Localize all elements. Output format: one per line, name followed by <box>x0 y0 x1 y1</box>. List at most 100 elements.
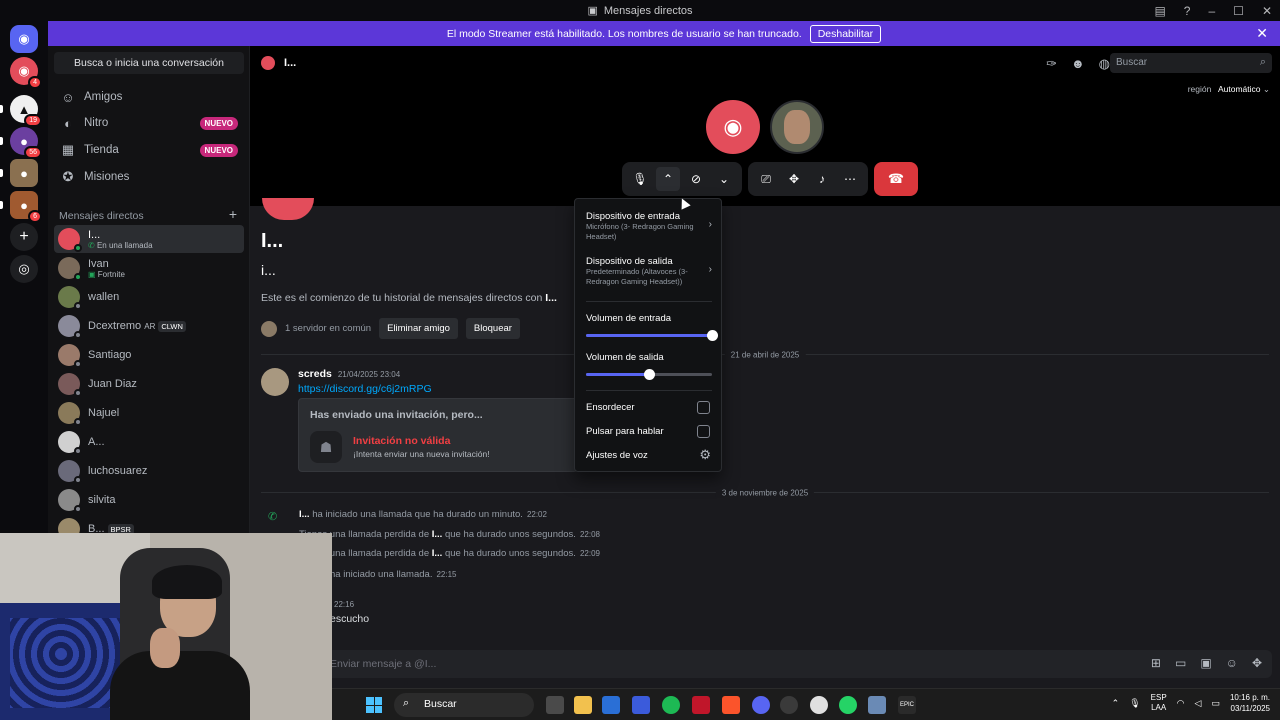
app-icon[interactable] <box>810 696 828 714</box>
chevron-up-icon[interactable]: ⌃ <box>656 167 680 191</box>
menu-divider <box>586 301 712 302</box>
dm-item[interactable]: Dcextremo AR CLWN <box>54 312 244 340</box>
gif-icon[interactable]: ▭ <box>1175 656 1186 670</box>
message-composer[interactable]: Enviar mensaje a @I... ⊞ ▭ ▣ ☺ ✥ <box>262 650 1272 678</box>
block-button[interactable]: Bloquear <box>465 318 520 339</box>
close-window-button[interactable]: ✕ <box>1262 4 1272 18</box>
slider-knob[interactable] <box>707 330 718 341</box>
discover-icon[interactable]: ◎ <box>10 255 38 283</box>
push-to-talk-item[interactable]: Pulsar para hablar <box>586 426 712 437</box>
taskbar-search[interactable]: ⌕ Buscar <box>394 693 534 717</box>
avatar[interactable] <box>261 368 289 396</box>
dm-item[interactable]: wallen <box>54 283 244 311</box>
find-conversation-button[interactable]: Busca o inicia una conversación <box>54 52 244 74</box>
remove-friend-button[interactable]: Eliminar amigo <box>379 318 458 339</box>
chevron-up-icon[interactable]: ⌃ <box>1112 698 1120 709</box>
store-icon[interactable] <box>602 696 620 714</box>
screen-share-icon[interactable]: ⎚ <box>754 167 778 191</box>
settings-app-icon[interactable] <box>868 696 886 714</box>
emoji-icon[interactable]: ☺ <box>1226 656 1238 670</box>
task-view-icon[interactable] <box>546 696 564 714</box>
close-icon[interactable]: ✕ <box>1256 25 1268 42</box>
dm-item[interactable]: Juan Diaz <box>54 370 244 398</box>
nav-shop[interactable]: ▦ Tienda NUEVO <box>54 137 244 163</box>
disable-streamer-button[interactable]: Deshabilitar <box>809 24 882 43</box>
dm-item[interactable]: Najuel <box>54 399 244 427</box>
add-server-icon[interactable]: + <box>10 223 38 251</box>
gift-icon[interactable]: ⊞ <box>1151 656 1161 670</box>
hang-up-button[interactable]: ☎ <box>874 162 918 196</box>
windows-start-icon[interactable] <box>366 697 382 713</box>
microphone-icon[interactable]: 🎙 <box>628 167 652 191</box>
message-link[interactable]: https://discord.gg/c6j2mRPG <box>298 383 432 395</box>
dm-item[interactable]: I... ✆ En una llamada <box>54 225 244 253</box>
brave-icon[interactable] <box>722 696 740 714</box>
whatsapp-icon[interactable] <box>839 696 857 714</box>
dm-item[interactable]: luchosuarez <box>54 457 244 485</box>
profile-icon[interactable]: ◍ <box>1099 56 1110 72</box>
call-participant-avatar[interactable]: ◉ <box>706 100 760 154</box>
language-indicator[interactable]: ESP LAA <box>1151 693 1167 713</box>
message-author[interactable]: screds <box>298 368 332 380</box>
search-input[interactable]: Buscar ⌕ <box>1110 53 1272 73</box>
output-device-item[interactable]: Dispositivo de salida Predeterminado (Al… <box>586 256 712 287</box>
intro-name: I... <box>545 292 557 304</box>
soundboard-icon[interactable]: ♪ <box>810 167 834 191</box>
discord-home-icon[interactable]: ◉ <box>10 25 38 53</box>
help-icon[interactable]: ? <box>1184 4 1191 18</box>
gear-icon[interactable]: ⚙ <box>699 447 711 463</box>
chevron-down-icon[interactable]: ⌄ <box>712 167 736 191</box>
pin-icon[interactable]: ✑ <box>1046 56 1057 72</box>
server-icon[interactable]: ◉ 4 <box>10 57 42 89</box>
dm-item[interactable]: silvita <box>54 486 244 514</box>
server-icon[interactable]: ● 56 <box>10 127 42 159</box>
dm-name-row: Dcextremo AR CLWN <box>88 320 186 332</box>
input-volume-slider[interactable] <box>586 330 718 341</box>
deafen-checkbox[interactable] <box>697 401 710 414</box>
app-icon[interactable] <box>632 696 650 714</box>
nav-friends[interactable]: ☺ Amigos <box>54 84 244 110</box>
more-icon[interactable]: ⋯ <box>838 167 862 191</box>
push-to-talk-checkbox[interactable] <box>697 425 710 438</box>
call-participant-avatar[interactable] <box>770 100 824 154</box>
region-selector[interactable]: región Automático ⌄ <box>1188 84 1270 95</box>
server-icon[interactable]: ● 6 <box>10 191 42 223</box>
file-explorer-icon[interactable] <box>574 696 592 714</box>
game-app-icon[interactable] <box>692 696 710 714</box>
create-dm-icon[interactable]: + <box>229 206 237 222</box>
slider-fill <box>586 334 712 337</box>
volume-icon[interactable]: ◁ <box>1195 698 1202 709</box>
menu-item-subtitle: Micrófono (3- Redragon Gaming Headset) <box>586 222 694 241</box>
input-device-item[interactable]: Dispositivo de entrada Micrófono (3- Red… <box>586 211 712 242</box>
inbox-icon[interactable]: ▤ <box>1154 4 1165 18</box>
wifi-icon[interactable]: ◠ <box>1177 698 1185 709</box>
camera-off-icon[interactable]: ⊘ <box>684 167 708 191</box>
activities-icon[interactable]: ✥ <box>782 167 806 191</box>
call-area: I... ✑ ☻ ◍ Buscar ⌕ región Automático ⌄ ◉… <box>250 46 1280 206</box>
clock[interactable]: 10:16 p. m. 03/11/2025 <box>1230 692 1270 714</box>
slider-knob[interactable] <box>644 369 655 380</box>
sticker-icon[interactable]: ▣ <box>1200 656 1211 670</box>
server-icon[interactable]: ● <box>10 159 38 187</box>
dm-item[interactable]: A... <box>54 428 244 456</box>
avatar <box>261 56 275 70</box>
nav-quests[interactable]: ✪ Misiones <box>54 164 244 190</box>
mic-tray-icon[interactable]: 🎙 <box>1129 698 1140 709</box>
dm-item[interactable]: Ivan ▣ Fortnite <box>54 254 244 282</box>
output-volume-slider[interactable] <box>586 369 712 380</box>
spotify-icon[interactable] <box>662 696 680 714</box>
chrome-icon[interactable] <box>780 696 798 714</box>
mutual-servers[interactable]: 1 servidor en común <box>285 323 371 334</box>
apps-icon[interactable]: ✥ <box>1252 656 1262 670</box>
epic-games-icon[interactable]: EPIC <box>898 696 916 714</box>
minimize-button[interactable]: – <box>1208 4 1215 18</box>
maximize-button[interactable]: ☐ <box>1233 4 1244 18</box>
dm-item[interactable]: Santiago <box>54 341 244 369</box>
battery-icon[interactable]: ▭ <box>1211 698 1220 709</box>
discord-icon[interactable] <box>752 696 770 714</box>
add-friend-icon[interactable]: ☻ <box>1071 56 1085 72</box>
voice-settings-item[interactable]: Ajustes de voz <box>586 450 712 461</box>
deafen-item[interactable]: Ensordecer <box>586 402 712 413</box>
nav-nitro[interactable]: ◐ Nitro NUEVO <box>54 110 244 136</box>
server-icon[interactable]: ▲ 19 <box>10 95 42 127</box>
